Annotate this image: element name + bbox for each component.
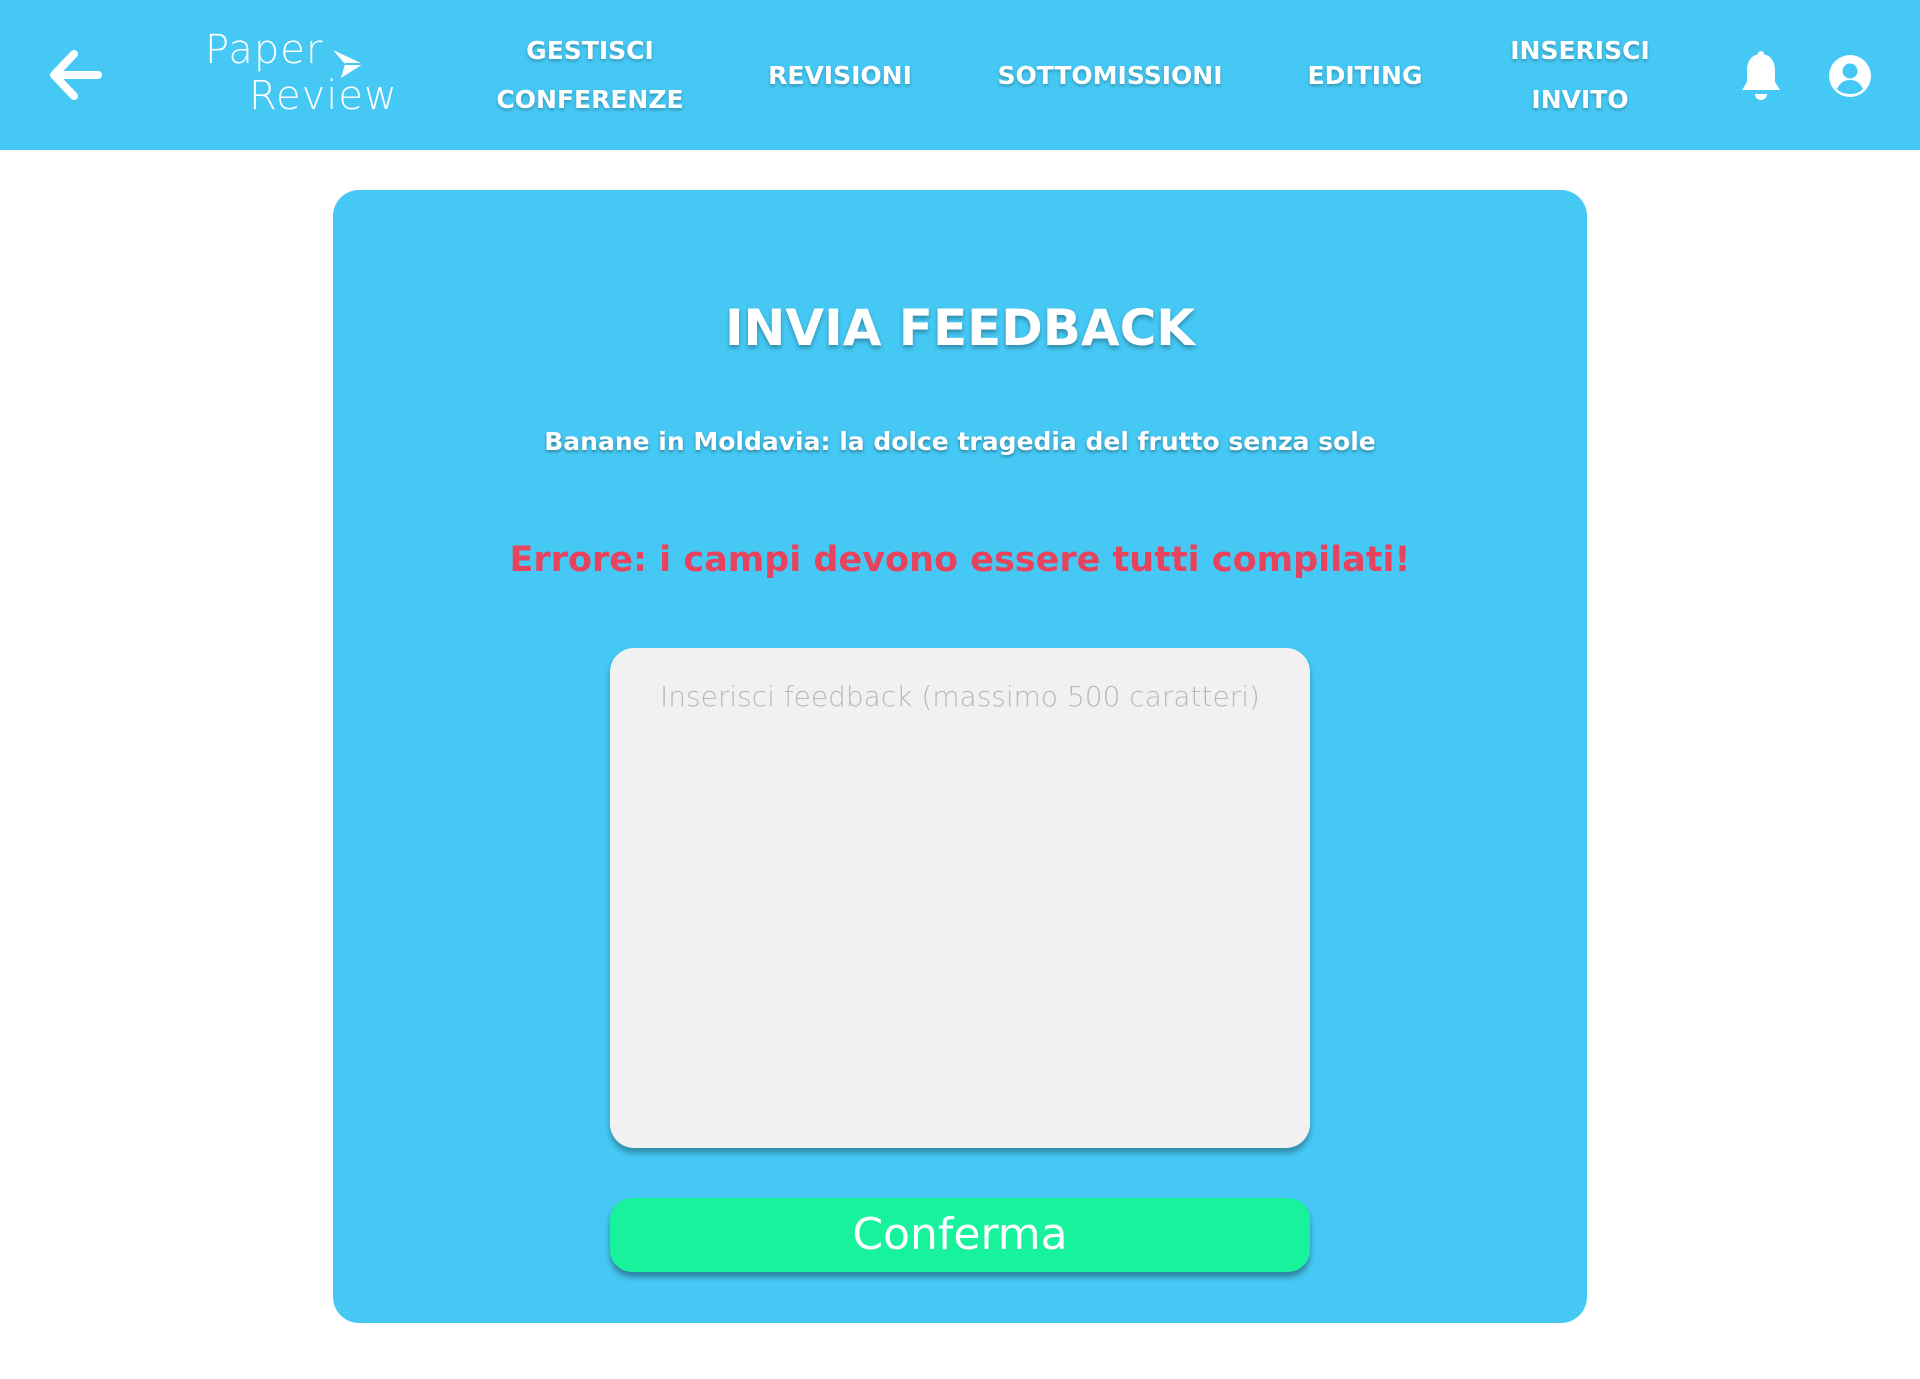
notifications-button[interactable] — [1738, 50, 1784, 102]
logo-text-paper: Paper — [205, 27, 324, 73]
confirm-button[interactable]: Conferma — [610, 1198, 1310, 1272]
paper-review-logo[interactable]: Paper Review — [205, 26, 405, 126]
top-navigation-bar: Paper Review GESTISCI CONFERENZE REVISIO… — [0, 0, 1920, 150]
bell-icon — [1742, 51, 1780, 100]
account-circle-icon — [1829, 55, 1871, 97]
page-title: INVIA FEEDBACK — [724, 298, 1196, 357]
error-message: Errore: i campi devono essere tutti comp… — [509, 540, 1411, 580]
back-button[interactable] — [44, 44, 106, 106]
nav-gestisci-conferenze[interactable]: GESTISCI CONFERENZE — [470, 0, 710, 150]
nav-inserisci-invito[interactable]: INSERISCI INVITO — [1480, 0, 1680, 150]
nav-editing[interactable]: EDITING — [1290, 0, 1440, 150]
nav-revisioni[interactable]: REVISIONI — [740, 0, 940, 150]
account-button[interactable] — [1828, 54, 1872, 98]
logo-text-review: Review — [249, 73, 398, 119]
paper-title: Banane in Moldavia: la dolce tragedia de… — [544, 427, 1376, 456]
feedback-textarea[interactable] — [610, 648, 1310, 1148]
arrow-left-icon — [50, 50, 102, 100]
nav-sottomissioni[interactable]: SOTTOMISSIONI — [985, 0, 1235, 150]
